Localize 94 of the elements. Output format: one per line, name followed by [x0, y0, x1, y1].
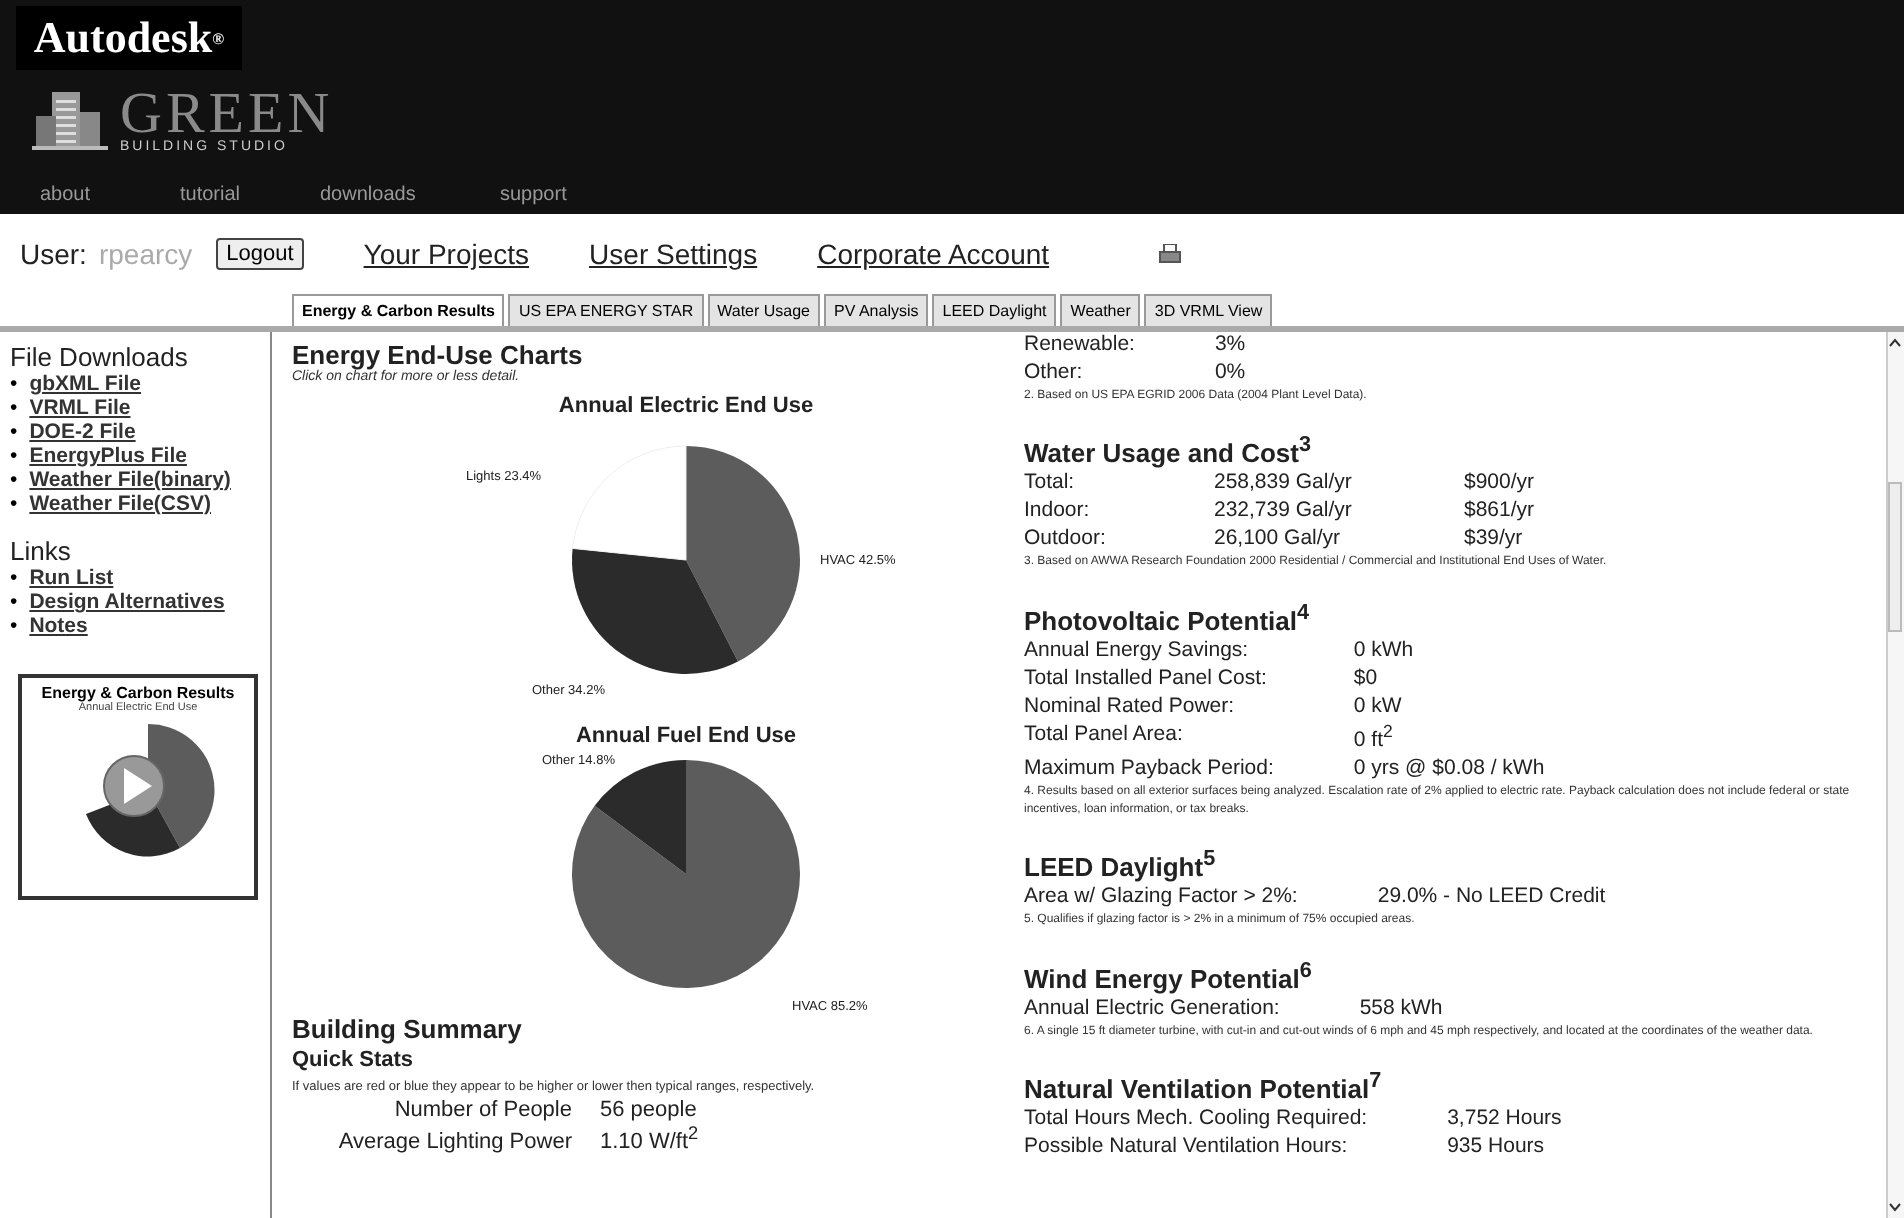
nav-link[interactable]: support [500, 184, 660, 206]
section-title: Wind Energy Potential$^{6}$ [1024, 958, 1314, 994]
bullet: • [10, 396, 18, 420]
pie-slice[interactable] [572, 548, 739, 674]
nav-link[interactable]: downloads [320, 184, 500, 206]
top-link[interactable]: Corporate Account [817, 238, 1050, 270]
row-label: Possible Natural Ventilation Hours: [1024, 1134, 1350, 1159]
row-label: Total Hours Mech. Cooling Required: [1024, 1106, 1368, 1131]
bullet: • [10, 420, 18, 444]
bullet: • [10, 372, 18, 396]
row-value: 0 kW [1353, 693, 1404, 718]
row-value: $0 [1353, 665, 1380, 690]
tab[interactable]: Water Usage [707, 294, 820, 326]
tab[interactable]: Weather [1060, 294, 1141, 326]
row-label: Total Panel Area: [1024, 721, 1185, 750]
row-label: Total Installed Panel Cost: [1024, 665, 1269, 690]
section-title: Energy End-Use Charts [292, 340, 585, 370]
row-value: 935 Hours [1447, 1134, 1547, 1159]
product-name: GREEN [120, 87, 334, 139]
stat-label: Average Lighting Power [336, 1129, 572, 1154]
stat-value: 1.10 W/ft$^{2}$ [600, 1122, 701, 1154]
section-title: Building Summary [292, 1014, 524, 1044]
row-label: Annual Energy Savings: [1024, 637, 1251, 662]
row-label: Area w/ Glazing Factor > 2%: [1024, 884, 1298, 909]
scroll-thumb[interactable] [1888, 482, 1902, 632]
row-value: 3,752 Hours [1447, 1106, 1564, 1131]
download-link[interactable]: gbXML File [29, 372, 141, 396]
tab[interactable]: Energy & Carbon Results [292, 294, 505, 326]
download-link[interactable]: VRML File [29, 396, 131, 420]
row-label: Indoor: [1024, 498, 1092, 523]
tab[interactable]: 3D VRML View [1144, 294, 1273, 326]
sidebar-link[interactable]: Design Alternatives [29, 590, 225, 614]
bullet: • [10, 566, 18, 590]
row-value: 29.0% - No LEED Credit [1377, 884, 1608, 909]
bullet: • [10, 468, 18, 492]
tab[interactable]: US EPA ENERGY STAR [508, 294, 704, 326]
download-link[interactable]: Weather File(binary) [29, 468, 231, 492]
row-value: 0 kWh [1353, 637, 1416, 662]
row-value: 0 yrs @ $0.08 / kWh [1353, 756, 1547, 781]
section-title: Natural Ventilation Potential$^{7}$ [1024, 1069, 1384, 1105]
row-value: 26,100 Gal/yr [1214, 526, 1343, 551]
stat-label: Number of People [392, 1098, 572, 1122]
chart-title: Annual Fuel End Use [576, 724, 796, 748]
user-name: rpearcy [98, 238, 193, 270]
sidebar-link[interactable]: Run List [29, 566, 114, 590]
bullet: • [10, 614, 18, 638]
bullet: • [10, 590, 18, 614]
section-title: LEED Daylight$^{5}$ [1024, 848, 1218, 883]
row-label: Annual Electric Generation: [1024, 995, 1280, 1020]
user-label: User: [20, 238, 87, 270]
row-value: 3% [1214, 332, 1248, 356]
nav-link[interactable]: about [40, 184, 180, 206]
row-value: 232,739 Gal/yr [1214, 498, 1354, 523]
top-link[interactable]: Your Projects [363, 238, 530, 270]
pie-slice[interactable] [686, 446, 800, 662]
row-value: $900/yr [1464, 470, 1537, 495]
section-subtitle: Quick Stats [292, 1048, 416, 1072]
scrollbar[interactable] [1886, 332, 1904, 1218]
tab[interactable]: PV Analysis [824, 294, 929, 326]
scroll-down-icon[interactable] [1888, 1200, 1902, 1214]
row-value: 258,839 Gal/yr [1214, 470, 1354, 495]
row-label: Maximum Payback Period: [1024, 756, 1274, 781]
row-value: 0 ft$^{2}$ [1353, 721, 1395, 753]
download-link[interactable]: DOE-2 File [29, 420, 136, 444]
building-logo-icon [32, 88, 108, 152]
print-icon[interactable] [1157, 244, 1182, 264]
tab[interactable]: LEED Daylight [932, 294, 1057, 326]
row-value: 558 kWh [1359, 995, 1445, 1020]
row-label: Total: [1024, 470, 1077, 495]
video-title: Energy & Carbon Results [41, 684, 235, 702]
row-label: Other: [1024, 360, 1085, 384]
row-label: Outdoor: [1024, 526, 1108, 551]
section-title: Photovoltaic Potential$^{4}$ [1024, 600, 1312, 636]
row-value: $39/yr [1464, 526, 1525, 551]
chart-title: Annual Electric End Use [558, 394, 814, 418]
download-link[interactable]: Weather File(CSV) [29, 492, 212, 516]
section-title: Water Usage and Cost$^{3}$ [1024, 434, 1314, 469]
row-label: Nominal Rated Power: [1024, 693, 1237, 718]
bullet: • [10, 444, 18, 468]
row-label: Renewable: [1024, 332, 1135, 356]
section-heading: File Downloads [10, 342, 190, 372]
download-link[interactable]: EnergyPlus File [29, 444, 187, 468]
logout-button[interactable]: Logout [216, 238, 304, 270]
pie-slice[interactable] [572, 445, 687, 561]
scroll-up-icon[interactable] [1888, 336, 1902, 350]
nav-link[interactable]: tutorial [180, 184, 320, 206]
top-link[interactable]: User Settings [589, 238, 758, 270]
row-value: 0% [1214, 360, 1248, 384]
stat-value: 56 people [600, 1098, 699, 1122]
sidebar-link[interactable]: Notes [29, 614, 88, 638]
bullet: • [10, 492, 18, 516]
section-heading: Links [10, 536, 73, 566]
autodesk-logo: Autodesk$^{®}$ [16, 6, 242, 70]
row-value: $861/yr [1464, 498, 1537, 523]
